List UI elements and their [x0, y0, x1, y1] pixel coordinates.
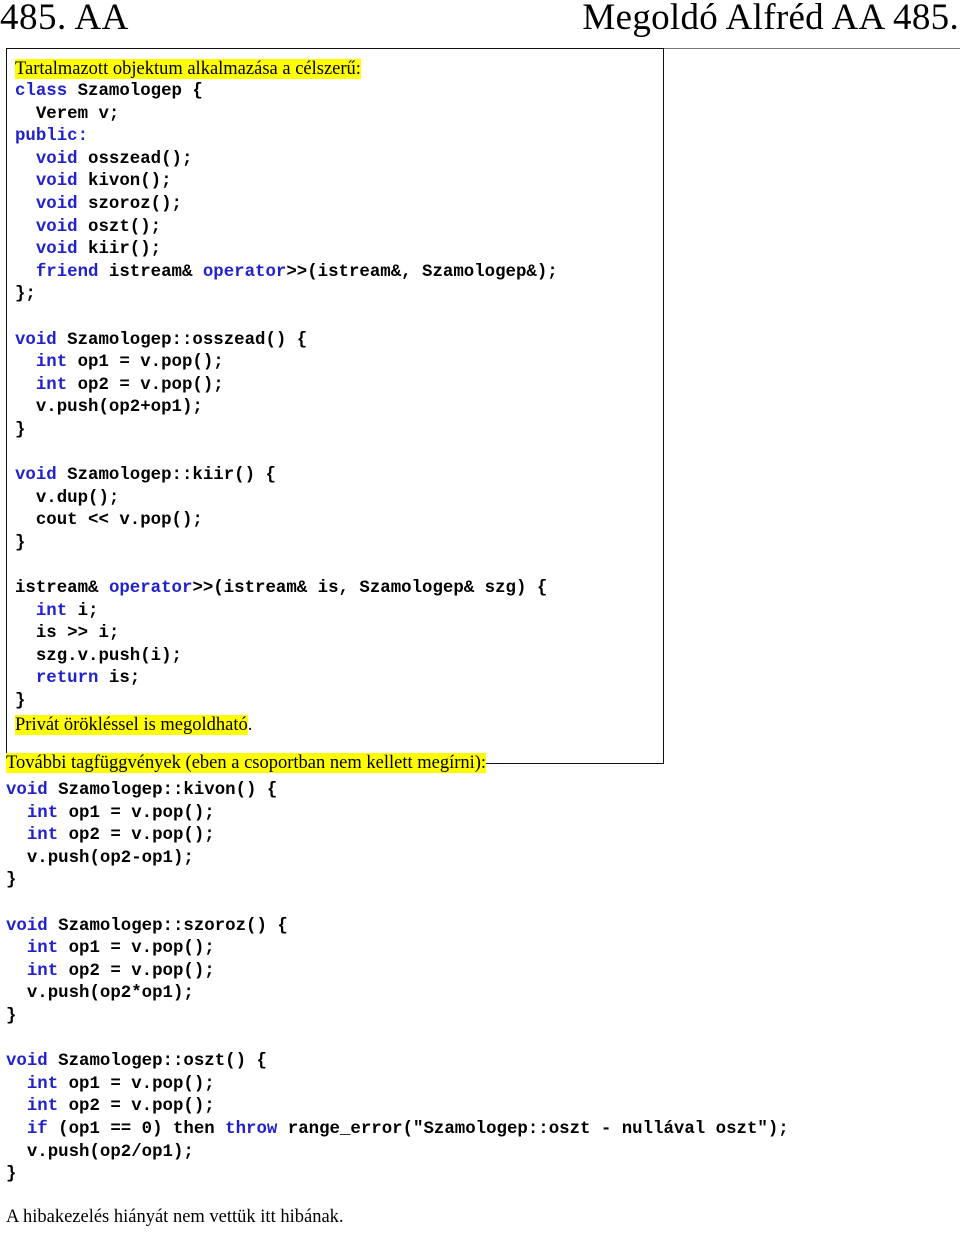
keyword-int: int — [15, 376, 67, 395]
code-text: } — [15, 421, 25, 440]
header-left-title: 485. AA — [0, 0, 129, 40]
code-text: kivon(); — [78, 172, 172, 191]
keyword-throw: throw — [225, 1120, 277, 1139]
closing-note-highlight: Privát örökléssel is megoldható — [15, 715, 248, 735]
keyword-class: class — [15, 82, 67, 101]
code-text: Szamologep::osszead() { — [57, 331, 307, 350]
lower-section: További tagfüggvények (eben a csoportban… — [6, 752, 952, 1234]
keyword-operator: operator — [109, 579, 193, 598]
keyword-void: void — [6, 781, 48, 800]
keyword-int: int — [15, 602, 67, 621]
code-text: istream& — [99, 263, 203, 282]
code-text: is >> i; — [15, 624, 119, 643]
keyword-void: void — [6, 917, 48, 936]
table-row: Tartalmazott objektum alkalmazása a céls… — [7, 49, 960, 764]
closing-note-period: . — [248, 715, 253, 735]
keyword-int: int — [6, 804, 58, 823]
keyword-void: void — [15, 240, 78, 259]
code-text: szoroz(); — [78, 195, 182, 214]
footer-note: A hibakezelés hiányát nem vettük itt hib… — [6, 1206, 952, 1229]
keyword-int: int — [6, 1097, 58, 1116]
lower-heading-highlight: További tagfüggvények (eben a csoportban… — [6, 753, 486, 773]
code-text: >>(istream&, Szamologep&); — [286, 263, 557, 282]
code-text: op1 = v.pop(); — [58, 939, 215, 958]
code-blank-line — [6, 1029, 952, 1052]
code-text: is; — [99, 669, 141, 688]
code-block-operator-extraction: istream& operator>>(istream& is, Szamolo… — [15, 578, 659, 714]
code-block-osszead: void Szamologep::osszead() { int op1 = v… — [15, 330, 659, 443]
keyword-friend: friend — [15, 263, 99, 282]
code-text: } — [6, 871, 16, 890]
code-text: v.push(op2*op1); — [6, 984, 194, 1003]
code-blank-line — [6, 893, 952, 916]
code-text: op2 = v.pop(); — [58, 826, 215, 845]
keyword-void: void — [15, 331, 57, 350]
code-text: op2 = v.pop(); — [67, 376, 224, 395]
layout-table: Tartalmazott objektum alkalmazása a céls… — [6, 48, 960, 764]
code-blank-line — [15, 555, 659, 578]
keyword-void: void — [15, 466, 57, 485]
code-text: oszt(); — [78, 218, 162, 237]
code-text: } — [15, 534, 25, 553]
code-block-oszt: void Szamologep::oszt() { int op1 = v.po… — [6, 1051, 952, 1187]
code-text: Szamologep::szoroz() { — [48, 917, 288, 936]
keyword-int: int — [6, 939, 58, 958]
code-text: op2 = v.pop(); — [58, 1097, 215, 1116]
code-text: >>(istream& is, Szamologep& szg) { — [192, 579, 547, 598]
keyword-if: if — [6, 1120, 48, 1139]
keyword-void: void — [15, 195, 78, 214]
code-text: (op1 == 0) then — [48, 1120, 225, 1139]
code-block-class-declaration: class Szamologep { Verem v; public: void… — [15, 81, 659, 307]
code-text: i; — [67, 602, 98, 621]
page-header: 485. AA Megoldó Alfréd AA 485. — [0, 0, 960, 44]
header-right-title: Megoldó Alfréd AA 485. — [582, 0, 960, 40]
keyword-void: void — [15, 218, 78, 237]
code-text: Szamologep::kiir() { — [57, 466, 276, 485]
code-text: } — [15, 692, 25, 711]
table-cell-side-empty — [664, 49, 960, 764]
code-block-kiir: void Szamologep::kiir() { v.dup(); cout … — [15, 465, 659, 555]
code-text: } — [6, 1007, 16, 1026]
code-text: }; — [15, 285, 36, 304]
code-text: osszead(); — [78, 150, 193, 169]
keyword-operator: operator — [203, 263, 287, 282]
code-block-szoroz: void Szamologep::szoroz() { int op1 = v.… — [6, 916, 952, 1029]
code-text: v.push(op2+op1); — [15, 398, 203, 417]
keyword-void: void — [15, 150, 78, 169]
keyword-void: void — [15, 172, 78, 191]
code-text: istream& — [15, 579, 109, 598]
keyword-public: public: — [15, 127, 88, 146]
closing-note-paragraph: Privát örökléssel is megoldható. — [15, 714, 659, 737]
code-text: v.dup(); — [15, 489, 119, 508]
lower-heading-paragraph: További tagfüggvények (eben a csoportban… — [6, 752, 952, 775]
code-text: v.push(op2-op1); — [6, 849, 194, 868]
intro-note-paragraph: Tartalmazott objektum alkalmazása a céls… — [15, 58, 659, 81]
code-blank-line — [15, 307, 659, 330]
keyword-int: int — [6, 962, 58, 981]
code-block-kivon: void Szamologep::kivon() { int op1 = v.p… — [6, 780, 952, 893]
intro-note-highlight: Tartalmazott objektum alkalmazása a céls… — [15, 59, 361, 79]
code-text: } — [6, 1165, 16, 1184]
keyword-int: int — [6, 826, 58, 845]
code-text: range_error("Szamologep::oszt - nullával… — [277, 1120, 788, 1139]
code-text: v.push(op2/op1); — [6, 1143, 194, 1162]
keyword-int: int — [6, 1075, 58, 1094]
code-text: op1 = v.pop(); — [58, 1075, 215, 1094]
code-text: op2 = v.pop(); — [58, 962, 215, 981]
code-text: Szamologep::kivon() { — [48, 781, 278, 800]
code-text: cout << v.pop(); — [15, 511, 203, 530]
keyword-return: return — [15, 669, 99, 688]
code-text: kiir(); — [78, 240, 162, 259]
code-text: Szamologep::oszt() { — [48, 1052, 267, 1071]
code-text: op1 = v.pop(); — [58, 804, 215, 823]
code-text: op1 = v.pop(); — [67, 353, 224, 372]
table-cell-main: Tartalmazott objektum alkalmazása a céls… — [7, 49, 664, 764]
code-blank-line — [15, 443, 659, 466]
keyword-int: int — [15, 353, 67, 372]
code-text: szg.v.push(i); — [15, 647, 182, 666]
document-page: 485. AA Megoldó Alfréd AA 485. Tartalmaz… — [0, 0, 960, 1218]
keyword-void: void — [6, 1052, 48, 1071]
code-text: Verem v; — [15, 105, 119, 124]
code-text: Szamologep { — [67, 82, 203, 101]
